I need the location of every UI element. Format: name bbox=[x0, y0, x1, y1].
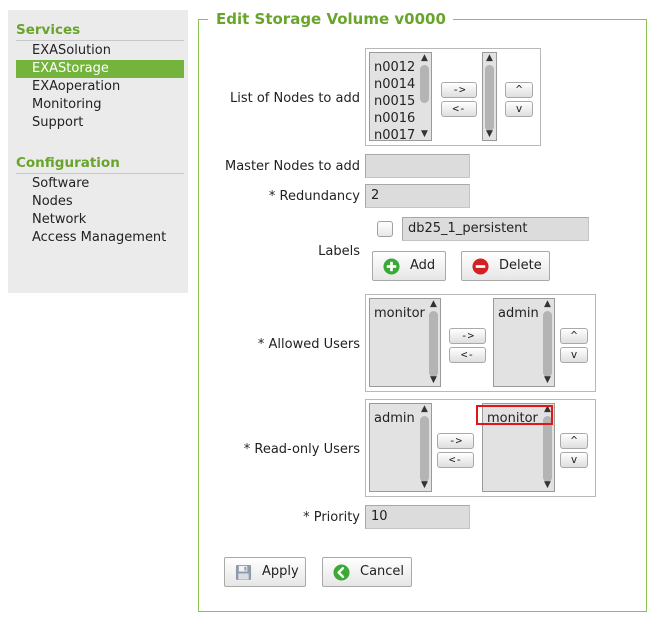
nodes-picker: n0012 n0014 n0015 n0016 n0017 ▲ ▼ -> <- … bbox=[365, 48, 541, 146]
scroll-down-icon[interactable]: ▼ bbox=[542, 376, 553, 385]
list-item[interactable]: n0014 bbox=[374, 76, 415, 93]
redundancy-label: * Redundancy bbox=[268, 189, 360, 204]
scroll-down-icon[interactable]: ▼ bbox=[428, 376, 439, 385]
cancel-button-text: Cancel bbox=[360, 564, 405, 579]
add-label-button[interactable]: Add bbox=[372, 251, 446, 281]
back-arrow-icon bbox=[333, 564, 350, 581]
delete-icon bbox=[472, 258, 489, 275]
scrollbar[interactable]: ▲ ▼ bbox=[541, 299, 554, 386]
sidebar: Services EXASolution EXAStorage EXAopera… bbox=[8, 10, 188, 293]
scroll-down-icon[interactable]: ▼ bbox=[484, 130, 495, 139]
nodes-available-list[interactable]: n0012 n0014 n0015 n0016 n0017 ▲ ▼ bbox=[369, 52, 432, 141]
apply-button[interactable]: Apply bbox=[224, 557, 306, 587]
sidebar-configuration-title: Configuration bbox=[16, 155, 184, 174]
allowed-users-label: * Allowed Users bbox=[257, 337, 360, 352]
master-nodes-label: Master Nodes to add bbox=[224, 159, 360, 174]
scroll-thumb[interactable] bbox=[485, 65, 494, 131]
apply-button-text: Apply bbox=[262, 564, 299, 579]
scroll-up-icon[interactable]: ▲ bbox=[419, 405, 430, 414]
scroll-up-icon[interactable]: ▲ bbox=[542, 405, 553, 414]
nodes-move-down-button[interactable]: v bbox=[505, 101, 533, 117]
list-item[interactable]: monitor bbox=[374, 305, 425, 322]
nodes-move-left-button[interactable]: <- bbox=[441, 101, 477, 117]
list-item[interactable]: admin bbox=[498, 305, 539, 322]
scrollbar[interactable]: ▲ ▼ bbox=[483, 53, 496, 140]
sidebar-item-monitoring[interactable]: Monitoring bbox=[16, 96, 184, 114]
scrollbar[interactable]: ▲ ▼ bbox=[427, 299, 440, 386]
list-item[interactable]: monitor bbox=[487, 410, 538, 427]
sidebar-item-support[interactable]: Support bbox=[16, 114, 184, 132]
sidebar-services-title: Services bbox=[16, 22, 184, 41]
allowed-users-picker: monitor ▲ ▼ -> <- admin ▲ ▼ ^ v bbox=[365, 294, 596, 392]
sidebar-item-software[interactable]: Software bbox=[16, 175, 184, 193]
priority-label: * Priority bbox=[303, 510, 360, 525]
allowed-move-down-button[interactable]: v bbox=[560, 347, 588, 363]
add-icon bbox=[383, 258, 400, 275]
redundancy-field[interactable]: 2 bbox=[365, 184, 470, 208]
scroll-thumb[interactable] bbox=[420, 65, 429, 103]
scroll-up-icon[interactable]: ▲ bbox=[419, 54, 430, 63]
scroll-thumb[interactable] bbox=[543, 416, 552, 482]
readonly-users-picker: admin ▲ ▼ -> <- monitor ▲ ▼ ^ v bbox=[365, 399, 596, 497]
delete-label-button-text: Delete bbox=[499, 258, 542, 273]
sidebar-item-access-management[interactable]: Access Management bbox=[16, 229, 184, 247]
form-title: Edit Storage Volume v0000 bbox=[208, 8, 453, 30]
labels-label: Labels bbox=[318, 244, 360, 259]
list-item[interactable]: n0017 bbox=[374, 127, 415, 140]
scroll-down-icon[interactable]: ▼ bbox=[419, 130, 430, 139]
delete-label-button[interactable]: Delete bbox=[461, 251, 550, 281]
nodes-move-right-button[interactable]: -> bbox=[441, 82, 477, 98]
cancel-button[interactable]: Cancel bbox=[322, 557, 412, 587]
readonly-available-list[interactable]: admin ▲ ▼ bbox=[369, 403, 432, 492]
list-item[interactable]: n0012 bbox=[374, 59, 415, 76]
scrollbar[interactable]: ▲ ▼ bbox=[418, 404, 431, 491]
priority-field[interactable]: 10 bbox=[365, 505, 470, 529]
scroll-up-icon[interactable]: ▲ bbox=[484, 54, 495, 63]
readonly-move-right-button[interactable]: -> bbox=[437, 433, 474, 449]
scrollbar[interactable]: ▲ ▼ bbox=[541, 404, 554, 491]
nodes-selected-list[interactable]: ▲ ▼ bbox=[482, 52, 497, 141]
readonly-move-up-button[interactable]: ^ bbox=[560, 433, 588, 449]
add-label-button-text: Add bbox=[410, 258, 436, 273]
scroll-down-icon[interactable]: ▼ bbox=[419, 481, 430, 490]
list-item[interactable]: admin bbox=[374, 410, 415, 427]
scroll-thumb[interactable] bbox=[420, 416, 429, 482]
nodes-move-up-button[interactable]: ^ bbox=[505, 82, 533, 98]
label-value-field[interactable]: db25_1_persistent bbox=[402, 217, 589, 241]
allowed-move-right-button[interactable]: -> bbox=[449, 328, 486, 344]
scroll-thumb[interactable] bbox=[429, 311, 438, 377]
allowed-available-list[interactable]: monitor ▲ ▼ bbox=[369, 298, 441, 387]
sidebar-item-exaoperation[interactable]: EXAoperation bbox=[16, 78, 184, 96]
nodes-label: List of Nodes to add bbox=[229, 91, 360, 106]
readonly-move-left-button[interactable]: <- bbox=[437, 452, 474, 468]
floppy-icon bbox=[235, 564, 252, 581]
scroll-thumb[interactable] bbox=[543, 311, 552, 377]
sidebar-item-network[interactable]: Network bbox=[16, 211, 184, 229]
list-item[interactable]: n0016 bbox=[374, 110, 415, 127]
readonly-selected-list[interactable]: monitor ▲ ▼ bbox=[482, 403, 555, 492]
master-nodes-field[interactable] bbox=[365, 154, 470, 178]
scroll-up-icon[interactable]: ▲ bbox=[428, 300, 439, 309]
sidebar-item-exastorage[interactable]: EXAStorage bbox=[16, 60, 184, 78]
allowed-selected-list[interactable]: admin ▲ ▼ bbox=[493, 298, 555, 387]
allowed-move-up-button[interactable]: ^ bbox=[560, 328, 588, 344]
list-item[interactable]: n0015 bbox=[374, 93, 415, 110]
allowed-move-left-button[interactable]: <- bbox=[449, 347, 486, 363]
scroll-up-icon[interactable]: ▲ bbox=[542, 300, 553, 309]
scroll-down-icon[interactable]: ▼ bbox=[542, 481, 553, 490]
scrollbar[interactable]: ▲ ▼ bbox=[418, 53, 431, 140]
label-checkbox[interactable] bbox=[377, 221, 393, 237]
readonly-users-label: * Read-only Users bbox=[243, 442, 360, 457]
readonly-move-down-button[interactable]: v bbox=[560, 452, 588, 468]
sidebar-item-exasolution[interactable]: EXASolution bbox=[16, 42, 184, 60]
sidebar-item-nodes[interactable]: Nodes bbox=[16, 193, 184, 211]
